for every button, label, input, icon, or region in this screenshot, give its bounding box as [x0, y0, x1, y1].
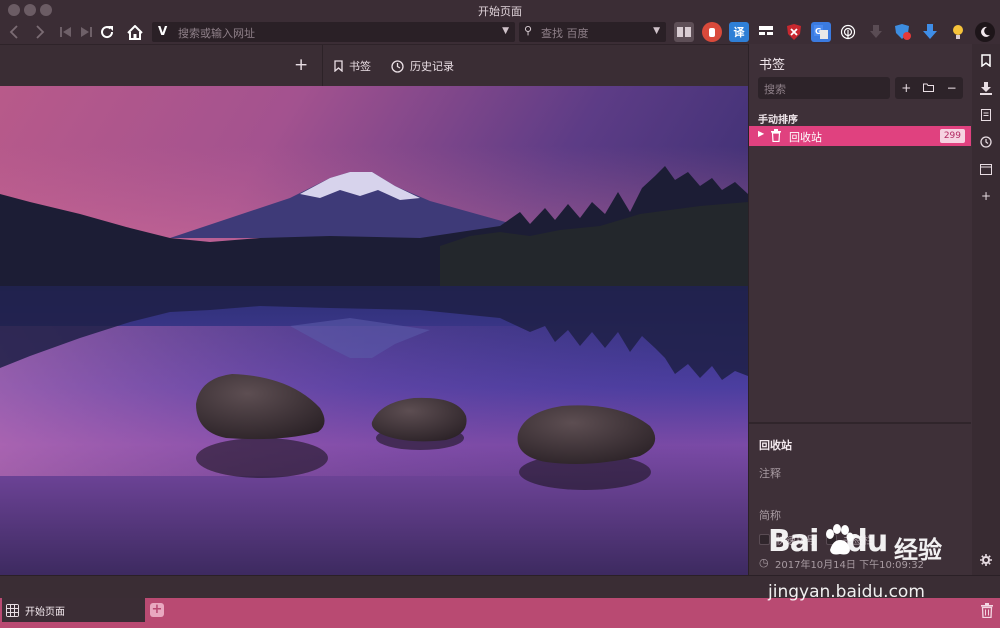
created-date: 2017年10月14日 下午10:09:32 [775, 560, 924, 571]
remove-bookmark-button[interactable]: − [942, 81, 962, 95]
download-blue-icon[interactable] [920, 22, 940, 42]
search-icon: ⚲ [524, 24, 533, 37]
ublock-icon[interactable] [784, 22, 804, 42]
divider [322, 45, 323, 87]
trash-folder-row[interactable]: ▶ 回收站 299 [749, 126, 971, 146]
notes-icon [981, 109, 991, 121]
search-placeholder: 查找 百度 [541, 27, 589, 40]
detail-title: 回收站 [759, 439, 792, 452]
notes-panel-button[interactable] [972, 105, 1000, 125]
bookmarks-tab[interactable]: 书签 [334, 58, 371, 74]
sort-mode-label[interactable]: 手动排序 [758, 111, 798, 126]
nickname-field[interactable]: 简称 [759, 507, 781, 523]
bookmark-actions: + − [895, 77, 963, 99]
bulb-icon[interactable] [948, 22, 968, 42]
rewind-icon [60, 27, 71, 37]
address-bar[interactable]: V 搜索或输入网址 ▼ [152, 22, 515, 42]
bookmarks-bar-label: 书签栏 [843, 536, 873, 547]
trash-folder-name: 回收站 [789, 131, 822, 144]
add-web-panel-button[interactable]: + [972, 186, 1000, 206]
google-translate-icon[interactable]: G [811, 22, 831, 42]
chevron-right-icon [36, 25, 45, 39]
reader-icon[interactable] [674, 22, 694, 42]
history-tab-label: 历史记录 [410, 60, 454, 73]
closed-tabs-trash-icon[interactable] [981, 603, 993, 621]
new-tab-button[interactable]: + [150, 603, 164, 617]
settings-button[interactable] [972, 550, 1000, 570]
status-bar [0, 575, 1000, 598]
reload-button[interactable] [97, 22, 117, 42]
fingerprint-icon[interactable] [838, 22, 858, 42]
address-dropdown-icon[interactable]: ▼ [502, 26, 509, 36]
moon-icon[interactable] [975, 22, 995, 42]
bookmarks-panel-button[interactable] [972, 50, 1000, 70]
add-folder-button[interactable] [919, 81, 939, 95]
start-page-background-image [0, 86, 748, 575]
reload-icon [101, 26, 114, 39]
bookmark-icon [981, 53, 991, 67]
bookmarks-panel: 书签 搜索 + − 手动排序 ▶ 回收站 299 回收站 注释 简称 快速拨号 … [748, 44, 972, 575]
forward-button[interactable] [30, 22, 50, 42]
fast-forward-icon [81, 27, 92, 37]
speed-dial-checkbox[interactable] [759, 534, 770, 545]
vivaldi-logo-icon: V [158, 24, 168, 38]
home-icon [127, 24, 143, 40]
bookmark-icon [334, 60, 343, 72]
trash-count-badge: 299 [939, 129, 965, 143]
shield-badge-icon[interactable] [893, 22, 913, 42]
add-speed-dial-button[interactable]: + [294, 55, 308, 75]
toolbar: V 搜索或输入网址 ▼ ⚲ 查找 百度 ▼ 译 G [0, 20, 1000, 44]
tab-start-page[interactable]: 开始页面 [2, 598, 145, 622]
download-arrow-icon[interactable] [866, 22, 886, 42]
adblock-icon[interactable] [702, 22, 722, 42]
speed-dial-label: 快速拨号 [776, 536, 816, 547]
title-bar: 开始页面 [0, 0, 1000, 20]
tab-bar: 开始页面 + [0, 598, 1000, 628]
bookmarks-bar-checkbox[interactable] [826, 534, 837, 545]
trash-icon [771, 129, 781, 145]
window-title: 开始页面 [478, 5, 522, 18]
bookmarks-tab-label: 书签 [349, 60, 371, 73]
chevron-left-icon [9, 25, 18, 39]
bookmark-search-placeholder: 搜索 [764, 83, 786, 96]
panel-title: 书签 [759, 58, 786, 73]
home-button[interactable] [125, 22, 145, 42]
rewind-button[interactable] [56, 22, 76, 42]
fast-forward-button[interactable] [76, 22, 96, 42]
address-placeholder: 搜索或输入网址 [178, 27, 255, 40]
back-button[interactable] [4, 22, 24, 42]
download-icon [980, 81, 992, 95]
add-bookmark-button[interactable]: + [896, 81, 916, 95]
expand-arrow-icon[interactable]: ▶ [758, 129, 764, 138]
gear-icon [980, 554, 992, 566]
bookmark-search-input[interactable]: 搜索 [758, 77, 890, 99]
downloads-panel-button[interactable] [972, 78, 1000, 98]
search-bar[interactable]: ⚲ 查找 百度 ▼ [519, 22, 666, 42]
grid-icon [6, 603, 19, 617]
folder-icon [923, 83, 935, 92]
clock-icon [391, 59, 404, 73]
panel-divider [749, 422, 971, 424]
panel-toggle-strip: + [972, 44, 1000, 575]
clock-icon [980, 136, 992, 148]
history-tab[interactable]: 历史记录 [391, 58, 454, 74]
start-page-nav: + 书签 历史记录 [0, 44, 748, 87]
window-panel-button[interactable] [972, 159, 1000, 179]
window-icon [980, 163, 992, 175]
grab-icon[interactable] [756, 22, 776, 42]
tab-label: 开始页面 [25, 606, 65, 618]
history-panel-button[interactable] [972, 132, 1000, 152]
note-field[interactable]: 注释 [759, 465, 781, 481]
search-engine-dropdown-icon[interactable]: ▼ [653, 26, 660, 36]
translate-icon[interactable]: 译 [729, 22, 749, 42]
date-clock-icon: ◷ [759, 556, 769, 569]
